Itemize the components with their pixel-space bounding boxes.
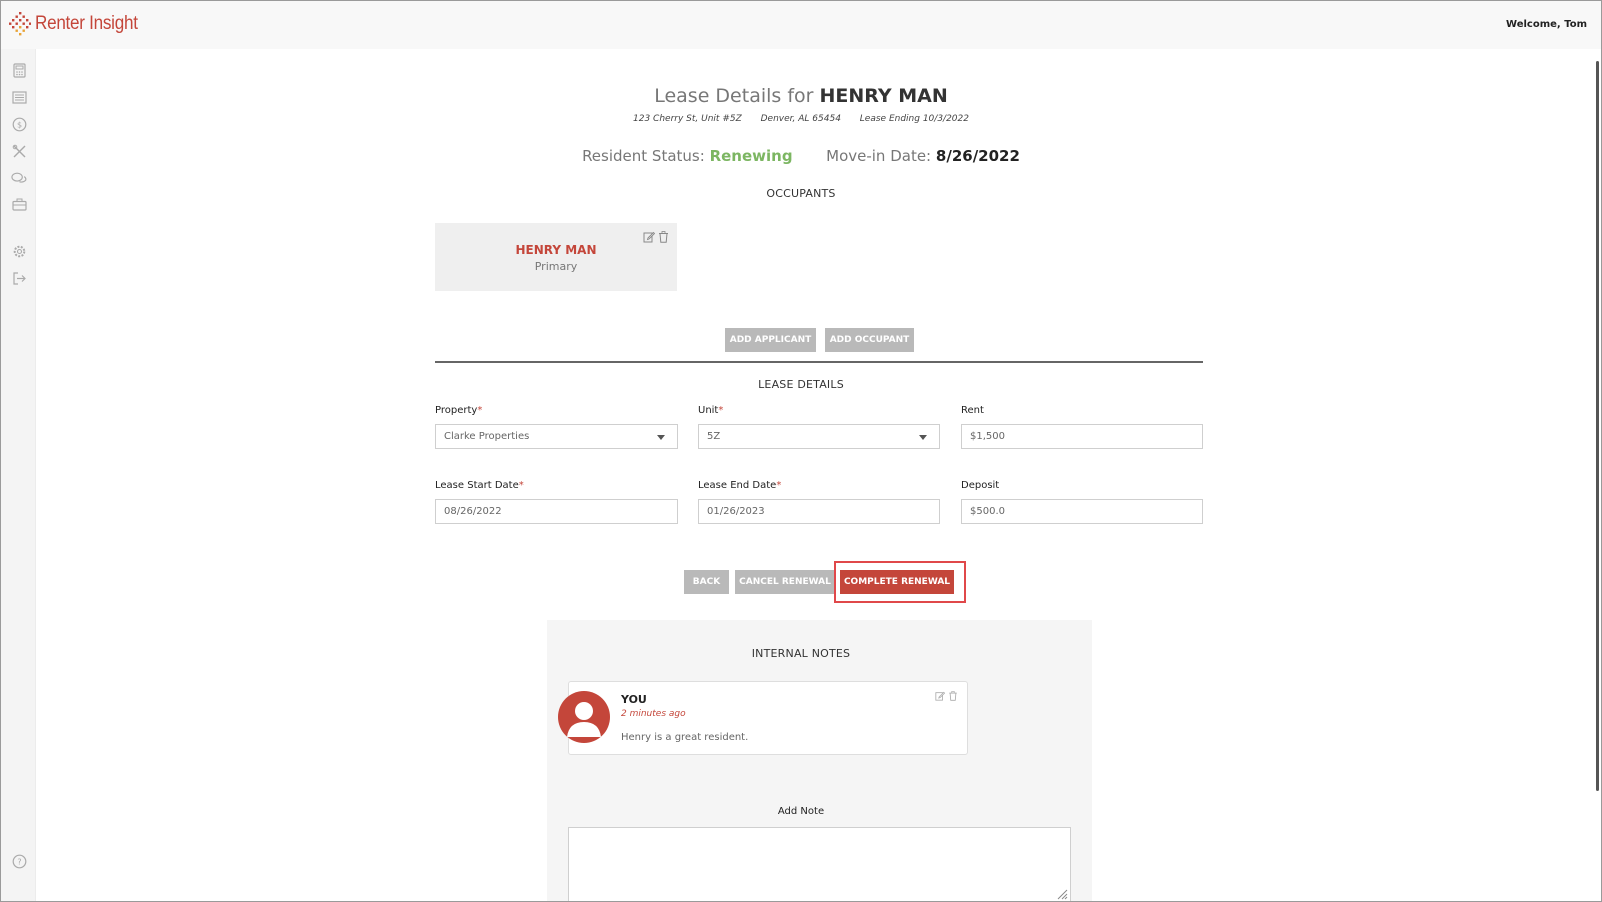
property-label-text: Property <box>435 405 478 416</box>
required-mark: * <box>477 405 483 416</box>
status-label: Resident Status: <box>582 147 705 165</box>
property-value: Clarke Properties <box>444 431 530 442</box>
back-button[interactable]: BACK <box>684 570 729 594</box>
property-label: Property* <box>435 405 482 416</box>
note-text: Henry is a great resident. <box>621 732 749 743</box>
user-avatar-icon <box>567 702 601 737</box>
unit-label-text: Unit <box>698 405 719 416</box>
add-applicant-button[interactable]: ADD APPLICANT <box>725 328 816 352</box>
rent-value: $1,500 <box>970 431 1005 442</box>
avatar <box>558 691 610 743</box>
required-mark: * <box>718 405 724 416</box>
lease-ending: Lease Ending 10/3/2022 <box>859 114 969 124</box>
property-select[interactable]: Clarke Properties <box>435 424 678 449</box>
help-icon[interactable]: ? <box>11 853 27 869</box>
chat-icon[interactable] <box>11 170 27 186</box>
occupant-card[interactable]: HENRY MAN Primary <box>435 223 677 291</box>
add-note-textarea[interactable] <box>568 827 1071 901</box>
chevron-down-icon <box>919 435 927 440</box>
chevron-down-icon <box>657 435 665 440</box>
page-title-name: HENRY MAN <box>819 85 948 107</box>
brand-name: Renter Insight <box>35 13 138 34</box>
deposit-input[interactable]: $500.0 <box>961 499 1203 524</box>
lease-details-title: LEASE DETAILS <box>758 378 844 391</box>
internal-notes-title: INTERNAL NOTES <box>751 647 851 660</box>
brand-logo[interactable]: Renter Insight <box>9 11 149 37</box>
lease-city: Denver, AL 65454 <box>760 114 841 124</box>
welcome-text: Welcome, Tom <box>1506 19 1587 30</box>
edit-icon[interactable] <box>935 691 945 701</box>
add-note-label: Add Note <box>777 806 825 817</box>
logo-icon <box>9 12 31 36</box>
page-title-prefix: Lease Details for <box>654 85 814 107</box>
trash-icon[interactable] <box>658 231 669 243</box>
lease-end-label-text: Lease End Date <box>698 480 777 491</box>
cancel-renewal-button[interactable]: CANCEL RENEWAL <box>735 570 835 594</box>
note-actions <box>935 691 958 701</box>
page-scrollbar[interactable] <box>1596 61 1599 791</box>
status-line: Resident Status: Renewing Move-in Date: … <box>1 147 1601 165</box>
app-window: Renter Insight Welcome, Tom $ ? Lease De… <box>0 0 1602 902</box>
unit-label: Unit* <box>698 405 723 416</box>
lease-start-value: 08/26/2022 <box>444 506 502 517</box>
deposit-label: Deposit <box>961 480 999 491</box>
edit-icon[interactable] <box>643 231 655 243</box>
movein-label: Move-in Date: <box>826 147 932 165</box>
trash-icon[interactable] <box>948 691 958 701</box>
lease-start-label-text: Lease Start Date <box>435 480 519 491</box>
lease-end-input[interactable]: 01/26/2023 <box>698 499 940 524</box>
occupant-role: Primary <box>534 260 578 273</box>
unit-value: 5Z <box>707 431 721 442</box>
required-mark: * <box>776 480 782 491</box>
status-value: Renewing <box>709 147 793 165</box>
note-author: YOU <box>621 693 647 706</box>
section-divider <box>435 361 1203 363</box>
occupants-title: OCCUPANTS <box>766 187 836 200</box>
note-timestamp: 2 minutes ago <box>621 709 686 719</box>
add-occupant-button[interactable]: ADD OCCUPANT <box>825 328 914 352</box>
deposit-value: $500.0 <box>970 506 1005 517</box>
sidebar: $ ? <box>1 49 36 901</box>
lease-start-input[interactable]: 08/26/2022 <box>435 499 678 524</box>
lease-address: 123 Cherry St, Unit #5Z <box>633 114 742 124</box>
movein-value: 8/26/2022 <box>935 147 1020 165</box>
top-bar: Renter Insight Welcome, Tom <box>1 1 1601 49</box>
rent-label-text: Rent <box>961 405 984 416</box>
resize-grip-icon[interactable] <box>1056 888 1068 900</box>
occupant-name: HENRY MAN <box>515 243 597 257</box>
deposit-label-text: Deposit <box>961 480 1000 491</box>
required-mark: * <box>518 480 524 491</box>
lease-end-label: Lease End Date* <box>698 480 781 491</box>
lease-start-label: Lease Start Date* <box>435 480 524 491</box>
svg-text:?: ? <box>17 857 21 866</box>
logout-icon[interactable] <box>11 270 27 286</box>
lease-subline: 123 Cherry St, Unit #5Z Denver, AL 65454… <box>1 114 1601 124</box>
complete-renewal-button[interactable]: COMPLETE RENEWAL <box>840 570 954 594</box>
lease-end-value: 01/26/2023 <box>707 506 765 517</box>
rent-input[interactable]: $1,500 <box>961 424 1203 449</box>
calculator-icon[interactable] <box>11 62 27 78</box>
page-title: Lease Details for HENRY MAN <box>1 85 1601 107</box>
rent-label: Rent <box>961 405 984 416</box>
occupant-card-actions <box>643 231 669 243</box>
gear-icon[interactable] <box>11 243 27 259</box>
unit-select[interactable]: 5Z <box>698 424 940 449</box>
